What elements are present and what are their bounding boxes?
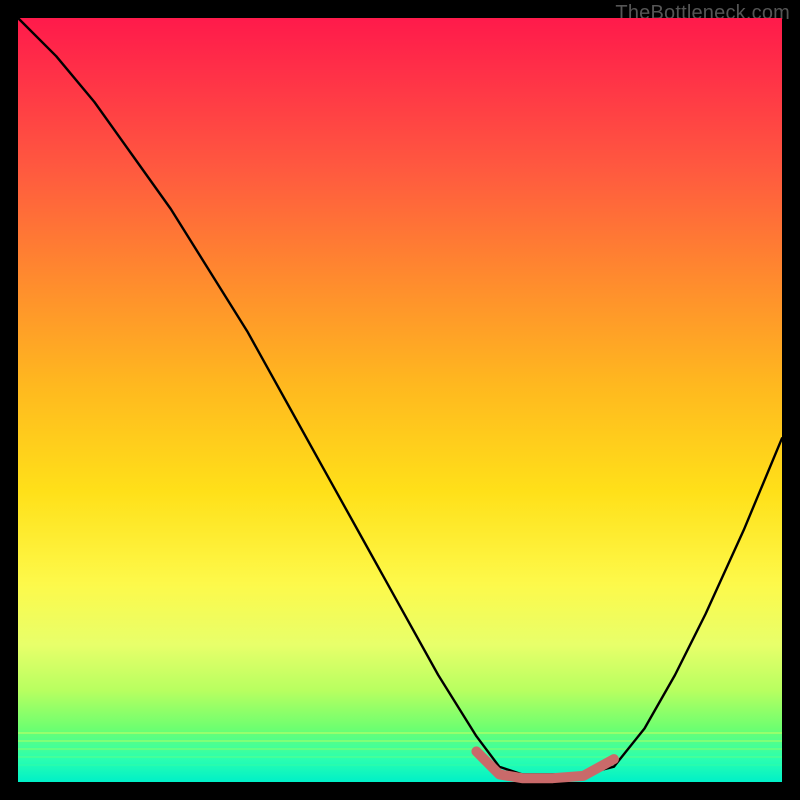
chart-frame: TheBottleneck.com	[0, 0, 800, 800]
plot-area	[18, 18, 782, 782]
bottleneck-curve	[18, 18, 782, 774]
curve-layer	[18, 18, 782, 782]
